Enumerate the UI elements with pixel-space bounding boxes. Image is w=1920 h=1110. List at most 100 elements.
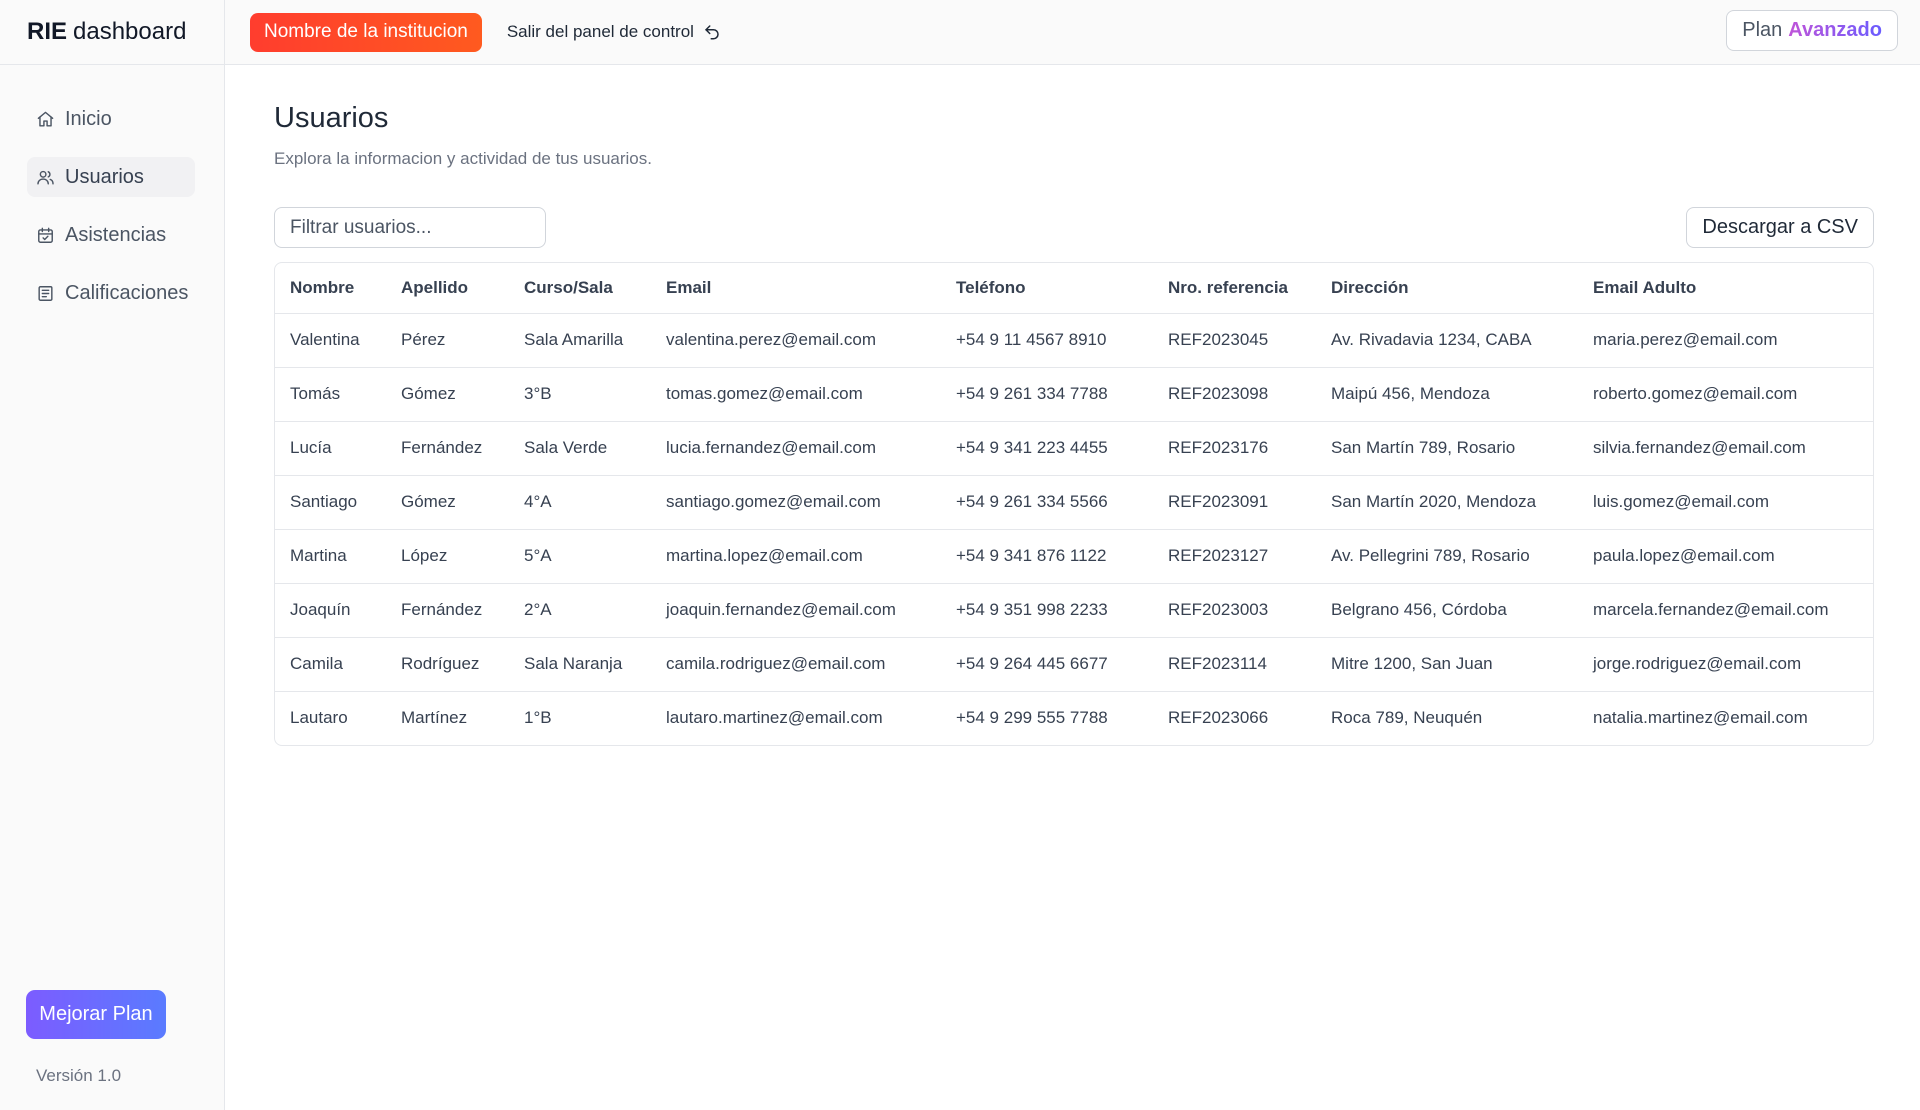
table-cell: paula.lopez@email.com xyxy=(1578,529,1873,584)
table-row[interactable]: Joaquín Fernández 2°A joaquin.fernandez@… xyxy=(275,583,1873,638)
table-cell: camila.rodriguez@email.com xyxy=(651,637,941,692)
sidebar-item-asistencias[interactable]: Asistencias xyxy=(27,215,195,255)
plan-label: Plan xyxy=(1742,19,1783,41)
table-cell: Fernández xyxy=(386,583,509,638)
table-cell: +54 9 299 555 7788 xyxy=(956,708,1108,728)
column-header[interactable]: Email xyxy=(651,263,941,314)
table-cell: +54 9 11 4567 8910 xyxy=(941,313,1153,368)
users-table: Nombre Apellido Curso/Sala Email Teléfon… xyxy=(275,263,1873,745)
table-cell: Av. Pellegrini 789, Rosario xyxy=(1316,529,1578,584)
table-cell: Sala Verde xyxy=(509,421,651,476)
table-row[interactable]: Valentina Pérez Sala Amarilla valentina.… xyxy=(275,313,1873,368)
sidebar-item-inicio[interactable]: Inicio xyxy=(27,99,195,139)
main-content: Usuarios Explora la informacion y activi… xyxy=(274,65,1874,746)
brand-strong: RIE xyxy=(27,18,68,45)
table-cell: +54 9 351 998 2233 xyxy=(941,583,1153,638)
table-row[interactable]: Martina López 5°A martina.lopez@email.co… xyxy=(275,529,1873,584)
table-cell: 1°B xyxy=(524,708,552,728)
table-cell: silvia.fernandez@email.com xyxy=(1578,421,1873,476)
sidebar-item-calificaciones[interactable]: Calificaciones xyxy=(27,273,195,313)
table-cell: 4°A xyxy=(509,475,651,530)
upgrade-plan-button[interactable]: Mejorar Plan xyxy=(26,990,166,1039)
column-header[interactable]: Teléfono xyxy=(941,263,1153,314)
table-cell: 2°A xyxy=(509,583,651,638)
column-header[interactable]: Email Adulto xyxy=(1578,263,1873,314)
table-cell: luis.gomez@email.com xyxy=(1578,475,1873,530)
users-icon xyxy=(37,170,54,185)
table-row[interactable]: Lautaro Martínez 1°B lautaro.martinez@em… xyxy=(275,691,1873,745)
table-cell: roberto.gomez@email.com xyxy=(1578,367,1873,422)
sidebar-item-usuarios[interactable]: Usuarios xyxy=(27,157,195,197)
table-cell: Sala Amarilla xyxy=(509,313,651,368)
users-table-container: Nombre Apellido Curso/Sala Email Teléfon… xyxy=(274,262,1874,746)
sidebar-item-label: Calificaciones xyxy=(65,281,189,304)
institution-button[interactable]: Nombre de la institucion xyxy=(250,12,482,52)
table-cell: martina.lopez@email.com xyxy=(651,529,941,584)
table-cell: jorge.rodriguez@email.com xyxy=(1578,637,1873,692)
version-label: Versión 1.0 xyxy=(36,1066,122,1085)
table-cell: joaquin.fernandez@email.com xyxy=(651,583,941,638)
table-row[interactable]: Santiago Gómez 4°A santiago.gomez@email.… xyxy=(275,475,1873,530)
table-cell: natalia.martinez@email.com xyxy=(1593,708,1808,728)
table-cell: REF2023176 xyxy=(1153,421,1316,476)
table-cell: Sala Naranja xyxy=(509,637,651,692)
download-csv-button[interactable]: Descargar a CSV xyxy=(1686,207,1874,248)
filter-users-input[interactable] xyxy=(274,207,546,248)
table-cell: maria.perez@email.com xyxy=(1578,313,1873,368)
table-row[interactable]: Lucía Fernández Sala Verde lucia.fernand… xyxy=(275,421,1873,476)
home-icon xyxy=(37,111,54,127)
table-cell: +54 9 341 876 1122 xyxy=(941,529,1153,584)
app-root: RIE dashboard Inicio Usuarios Asistencia… xyxy=(0,0,1920,1110)
table-cell: 5°A xyxy=(509,529,651,584)
table-cell: +54 9 261 334 7788 xyxy=(941,367,1153,422)
table-cell: Tomás xyxy=(275,367,386,422)
sidebar-item-label: Usuarios xyxy=(65,165,144,188)
column-header[interactable]: Dirección xyxy=(1316,263,1578,314)
column-header[interactable]: Apellido xyxy=(386,263,509,314)
sidebar-nav: Inicio Usuarios Asistencias Calificacion… xyxy=(0,65,224,313)
table-cell: Belgrano 456, Córdoba xyxy=(1316,583,1578,638)
table-cell: Santiago xyxy=(275,475,386,530)
plan-badge[interactable]: Plan Avanzado xyxy=(1726,10,1898,51)
table-cell: Maipú 456, Mendoza xyxy=(1316,367,1578,422)
table-cell: Martina xyxy=(275,529,386,584)
table-row[interactable]: Tomás Gómez 3°B tomas.gomez@email.com +5… xyxy=(275,367,1873,422)
table-cell: REF2023114 xyxy=(1153,637,1316,692)
table-cell: +54 9 261 334 5566 xyxy=(941,475,1153,530)
table-cell: Gómez xyxy=(386,367,509,422)
column-header[interactable]: Nro. referencia xyxy=(1153,263,1316,314)
table-row[interactable]: Camila Rodríguez Sala Naranja camila.rod… xyxy=(275,637,1873,692)
page-title: Usuarios xyxy=(274,102,389,134)
calendar-check-icon xyxy=(38,227,53,243)
table-cell: valentina.perez@email.com xyxy=(651,313,941,368)
table-cell: Roca 789, Neuquén xyxy=(1331,708,1483,728)
plan-tier: Avanzado xyxy=(1788,19,1882,41)
table-cell: Fernández xyxy=(386,421,509,476)
table-cell: Rodríguez xyxy=(386,637,509,692)
table-cell: San Martín 789, Rosario xyxy=(1316,421,1578,476)
table-cell: Lucía xyxy=(275,421,386,476)
table-cell: Valentina xyxy=(275,313,386,368)
table-cell: lucia.fernandez@email.com xyxy=(651,421,941,476)
topbar: Nombre de la institucion Salir del panel… xyxy=(225,0,1920,65)
brand-logo: RIE dashboard xyxy=(0,0,224,65)
undo-icon xyxy=(705,25,719,40)
table-cell: Camila xyxy=(275,637,386,692)
table-cell: López xyxy=(386,529,509,584)
exit-dashboard-link[interactable]: Salir del panel de control xyxy=(507,22,721,42)
table-cell: Lautaro xyxy=(290,708,348,728)
table-cell: REF2023091 xyxy=(1153,475,1316,530)
table-cell: +54 9 341 223 4455 xyxy=(941,421,1153,476)
table-cell: 3°B xyxy=(509,367,651,422)
table-cell: REF2023127 xyxy=(1153,529,1316,584)
column-header[interactable]: Curso/Sala xyxy=(509,263,651,314)
table-cell: Pérez xyxy=(386,313,509,368)
table-cell: santiago.gomez@email.com xyxy=(651,475,941,530)
table-cell: marcela.fernandez@email.com xyxy=(1578,583,1873,638)
table-cell: tomas.gomez@email.com xyxy=(651,367,941,422)
table-cell: REF2023003 xyxy=(1153,583,1316,638)
table-cell: San Martín 2020, Mendoza xyxy=(1316,475,1578,530)
table-cell: REF2023045 xyxy=(1153,313,1316,368)
report-icon xyxy=(38,285,53,301)
column-header[interactable]: Nombre xyxy=(275,263,386,314)
